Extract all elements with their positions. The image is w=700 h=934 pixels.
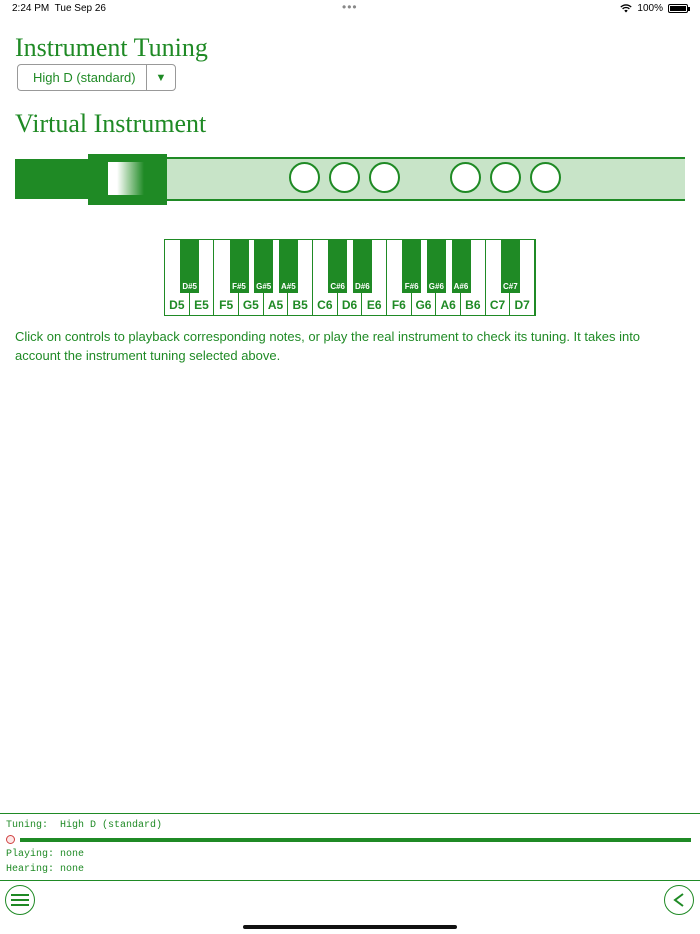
flute-hole-4[interactable] xyxy=(450,162,481,193)
flute-hole-3[interactable] xyxy=(369,162,400,193)
flute-hole-1[interactable] xyxy=(289,162,320,193)
white-key-label: D7 xyxy=(514,298,530,312)
console-playing-line: Playing: none xyxy=(6,849,85,860)
flute-window xyxy=(108,162,144,195)
white-key-label: B5 xyxy=(292,298,308,312)
black-key-csharp7[interactable]: C#7 xyxy=(500,240,520,293)
flute-body xyxy=(165,157,685,201)
black-key-asharp6[interactable]: A#6 xyxy=(451,240,471,293)
battery-icon xyxy=(668,4,690,13)
white-key-label: G6 xyxy=(415,298,432,312)
piano-keyboard: D5 E5 F5 G5 A5 B5 C6 D6 E6 F6 G6 A6 B6 C7 D7 D#5 F#5 G#5 A… xyxy=(164,239,536,316)
tuning-select[interactable]: High D (standard) ▼ xyxy=(17,64,176,91)
status-time: 2:24 PM Tue Sep 26 xyxy=(12,3,106,14)
virtual-flute xyxy=(15,153,685,205)
tuning-select-value: High D (standard) xyxy=(33,70,136,85)
flute-mouthpiece xyxy=(15,159,91,199)
battery-percent: 100% xyxy=(637,3,663,14)
white-key-label: E5 xyxy=(194,298,209,312)
black-key-label: D#5 xyxy=(182,282,197,291)
status-bar: 2:24 PM Tue Sep 26 ••• 100% xyxy=(0,0,700,18)
multitasking-dots[interactable]: ••• xyxy=(342,0,358,14)
instructions-text: Click on controls to playback correspond… xyxy=(15,329,641,363)
white-key-label: E6 xyxy=(366,298,382,312)
black-key-label: G#6 xyxy=(428,282,444,291)
black-key-asharp5[interactable]: A#5 xyxy=(278,240,298,293)
black-key-dsharp6[interactable]: D#6 xyxy=(352,240,372,293)
flute-hole-6[interactable] xyxy=(530,162,561,193)
white-key-label: G5 xyxy=(242,298,259,312)
white-key-label: B6 xyxy=(465,298,481,312)
black-key-label: C#6 xyxy=(330,282,345,291)
black-key-fsharp6[interactable]: F#6 xyxy=(402,240,422,293)
virtual-instrument-title: Virtual Instrument xyxy=(15,109,207,138)
back-arrow-icon xyxy=(673,893,684,907)
chevron-down-icon[interactable]: ▼ xyxy=(146,65,175,90)
black-key-label: A#6 xyxy=(453,282,469,291)
white-key-label: F5 xyxy=(219,298,234,312)
black-key-gsharp5[interactable]: G#5 xyxy=(254,240,274,293)
status-console: Tuning: High D (standard) Playing: none … xyxy=(0,813,700,881)
wifi-icon xyxy=(620,4,633,13)
white-key-label: A5 xyxy=(267,298,284,312)
black-key-label: F#5 xyxy=(232,282,246,291)
black-key-csharp6[interactable]: C#6 xyxy=(328,240,348,293)
input-level-bar xyxy=(20,838,691,842)
black-key-dsharp5[interactable]: D#5 xyxy=(180,240,200,293)
menu-icon xyxy=(11,894,29,906)
back-button[interactable] xyxy=(664,885,694,915)
record-indicator-icon xyxy=(6,835,15,844)
white-key-label: C6 xyxy=(317,298,333,312)
white-key-label: C7 xyxy=(489,298,506,312)
black-key-fsharp5[interactable]: F#5 xyxy=(229,240,249,293)
tuning-title: Instrument Tuning xyxy=(15,33,208,62)
black-key-label: C#7 xyxy=(502,282,518,291)
white-key-label: A6 xyxy=(440,298,456,312)
black-key-label: F#6 xyxy=(404,282,419,291)
home-indicator[interactable] xyxy=(243,925,457,929)
black-key-label: A#5 xyxy=(280,282,296,291)
white-key-label: F6 xyxy=(391,298,406,312)
black-key-gsharp6[interactable]: G#6 xyxy=(426,240,446,293)
black-key-label: D#6 xyxy=(354,282,370,291)
white-key-label: D5 xyxy=(169,298,185,312)
black-key-label: G#5 xyxy=(256,282,272,291)
console-tuning-line: Tuning: High D (standard) xyxy=(6,820,163,831)
flute-hole-5[interactable] xyxy=(490,162,521,193)
status-indicators: 100% xyxy=(620,3,690,14)
menu-button[interactable] xyxy=(5,885,35,915)
flute-hole-2[interactable] xyxy=(329,162,360,193)
console-hearing-line: Hearing: none xyxy=(6,864,85,875)
white-key-label: D6 xyxy=(341,298,358,312)
